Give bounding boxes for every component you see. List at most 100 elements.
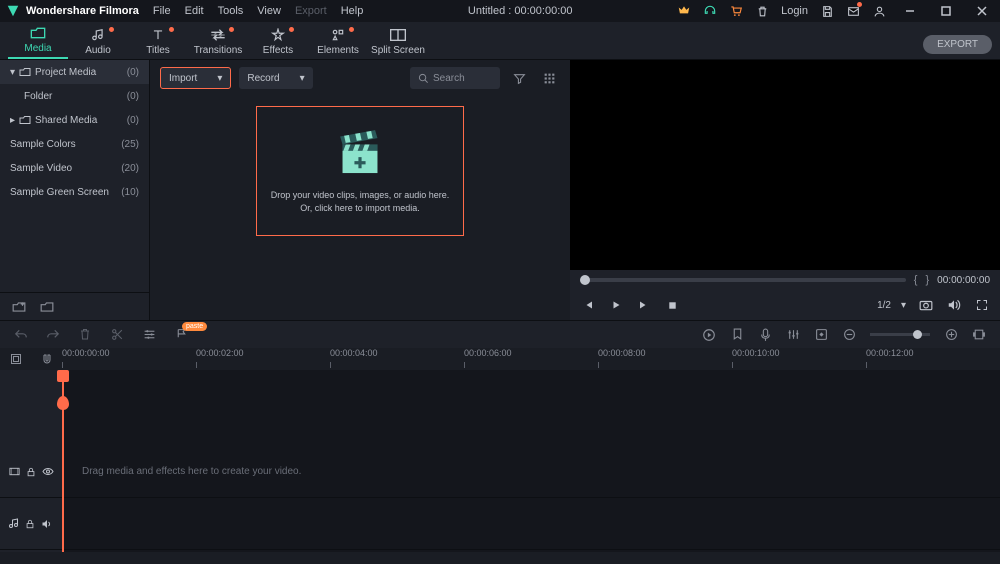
snapshot-button[interactable] — [918, 297, 934, 313]
tab-audio[interactable]: Audio — [68, 27, 128, 59]
sidebar-item-sample-video[interactable]: Sample Video(20) — [0, 156, 149, 180]
save-icon[interactable] — [820, 4, 834, 18]
module-toolbar: Media Audio Titles Transitions Effects E… — [0, 22, 1000, 60]
login-label[interactable]: Login — [781, 5, 808, 17]
mute-icon[interactable] — [41, 519, 53, 529]
ruler-tick: 00:00:06:00 — [464, 348, 512, 358]
ripple-toggle[interactable] — [9, 353, 23, 365]
marker-add-button[interactable] — [730, 328, 744, 341]
mark-out-icon[interactable]: } — [925, 274, 929, 286]
chevron-down-icon: ▾ — [300, 73, 305, 84]
marker-button[interactable]: paste — [174, 328, 188, 341]
video-preview[interactable] — [570, 60, 1000, 270]
tab-titles[interactable]: Titles — [128, 27, 188, 59]
new-folder-icon[interactable] — [12, 301, 26, 313]
record-dropdown[interactable]: Record▾ — [239, 67, 312, 89]
media-sidebar: ▾ Project Media(0) Folder(0) ▸ Shared Me… — [0, 60, 150, 320]
preview-panel: { } 00:00:00:00 1/2▾ — [570, 60, 1000, 320]
grid-view-icon[interactable] — [538, 67, 560, 89]
filter-icon[interactable] — [508, 67, 530, 89]
main-menu: File Edit Tools View Export Help — [153, 5, 363, 17]
tab-media[interactable]: Media — [8, 25, 68, 59]
playback-quality[interactable]: 1/2▾ — [877, 300, 906, 311]
search-icon — [418, 73, 429, 84]
voiceover-button[interactable] — [758, 328, 772, 342]
video-track-header[interactable] — [0, 446, 62, 498]
undo-button[interactable] — [14, 329, 28, 341]
mark-in-icon[interactable]: { — [914, 274, 918, 286]
zoom-fit-button[interactable] — [972, 329, 986, 340]
scrub-slider[interactable] — [580, 278, 906, 282]
lock-icon[interactable] — [26, 467, 36, 477]
timeline-ruler[interactable]: 00:00:00:00 00:00:02:00 00:00:04:00 00:0… — [0, 348, 1000, 370]
tab-splitscreen[interactable]: Split Screen — [368, 27, 428, 59]
music-icon — [9, 518, 19, 529]
delete-button[interactable] — [78, 328, 92, 341]
search-input[interactable]: Search — [410, 67, 500, 89]
media-panel: Import▾ Record▾ Search Drop your video c… — [150, 60, 570, 320]
ruler-tick: 00:00:12:00 — [866, 348, 914, 358]
tab-transitions[interactable]: Transitions — [188, 27, 248, 59]
snap-toggle[interactable] — [40, 353, 54, 365]
menu-tools[interactable]: Tools — [218, 5, 244, 17]
timeline[interactable]: Drag media and effects here to create yo… — [0, 370, 1000, 552]
zoom-slider[interactable] — [870, 333, 930, 336]
message-icon[interactable] — [846, 4, 860, 18]
zoom-in-button[interactable] — [944, 328, 958, 341]
close-button[interactable] — [970, 2, 994, 20]
lock-icon[interactable] — [25, 519, 35, 529]
sidebar-item-folder[interactable]: Folder(0) — [0, 84, 149, 108]
account-icon[interactable] — [872, 4, 886, 18]
sidebar-item-project-media[interactable]: ▾ Project Media(0) — [0, 60, 149, 84]
brand-label: Wondershare Filmora — [26, 5, 139, 17]
document-title: Untitled : 00:00:00:00 — [363, 5, 677, 17]
ruler-tick: 00:00:04:00 — [330, 348, 378, 358]
sidebar-item-shared-media[interactable]: ▸ Shared Media(0) — [0, 108, 149, 132]
video-track[interactable]: Drag media and effects here to create yo… — [62, 446, 1000, 498]
menu-help[interactable]: Help — [341, 5, 364, 17]
chevron-down-icon: ▾ — [901, 300, 906, 311]
ruler-tick: 00:00:10:00 — [732, 348, 780, 358]
sidebar-item-sample-green-screen[interactable]: Sample Green Screen(10) — [0, 180, 149, 204]
play-button[interactable] — [608, 297, 624, 313]
import-dropdown[interactable]: Import▾ — [160, 67, 231, 89]
mixer-button[interactable] — [786, 329, 800, 340]
crown-icon[interactable] — [677, 4, 691, 18]
sidebar-item-sample-colors[interactable]: Sample Colors(25) — [0, 132, 149, 156]
support-icon[interactable] — [703, 4, 717, 18]
maximize-button[interactable] — [934, 2, 958, 20]
edit-tools-button[interactable] — [142, 329, 156, 340]
chevron-down-icon: ▾ — [217, 73, 222, 84]
split-button[interactable] — [110, 328, 124, 341]
minimize-button[interactable] — [898, 2, 922, 20]
redo-button[interactable] — [46, 329, 60, 341]
timeline-hint: Drag media and effects here to create yo… — [82, 466, 301, 477]
prev-frame-button[interactable] — [580, 297, 596, 313]
timeline-toolbar: paste — [0, 320, 1000, 348]
tab-effects[interactable]: Effects — [248, 27, 308, 59]
marker-badge: paste — [182, 322, 207, 331]
menu-edit[interactable]: Edit — [185, 5, 204, 17]
export-button[interactable]: EXPORT — [923, 35, 992, 54]
audio-track[interactable] — [62, 498, 1000, 550]
ruler-tick: 00:00:02:00 — [196, 348, 244, 358]
titlebar: Wondershare Filmora File Edit Tools View… — [0, 0, 1000, 22]
volume-button[interactable] — [946, 297, 962, 313]
audio-track-header[interactable] — [0, 498, 62, 550]
stop-button[interactable] — [664, 297, 680, 313]
open-folder-icon[interactable] — [40, 301, 54, 313]
zoom-out-button[interactable] — [842, 328, 856, 341]
eye-icon[interactable] — [42, 467, 54, 476]
keyframe-button[interactable] — [814, 328, 828, 341]
menu-file[interactable]: File — [153, 5, 171, 17]
dropzone-text-2: Or, click here to import media. — [300, 203, 420, 213]
cart-icon[interactable] — [729, 4, 743, 18]
fullscreen-button[interactable] — [974, 297, 990, 313]
menu-view[interactable]: View — [257, 5, 281, 17]
next-frame-button[interactable] — [636, 297, 652, 313]
trash-icon[interactable] — [755, 4, 769, 18]
playhead[interactable] — [62, 370, 64, 552]
render-button[interactable] — [702, 328, 716, 342]
tab-elements[interactable]: Elements — [308, 27, 368, 59]
media-dropzone[interactable]: Drop your video clips, images, or audio … — [256, 106, 464, 236]
